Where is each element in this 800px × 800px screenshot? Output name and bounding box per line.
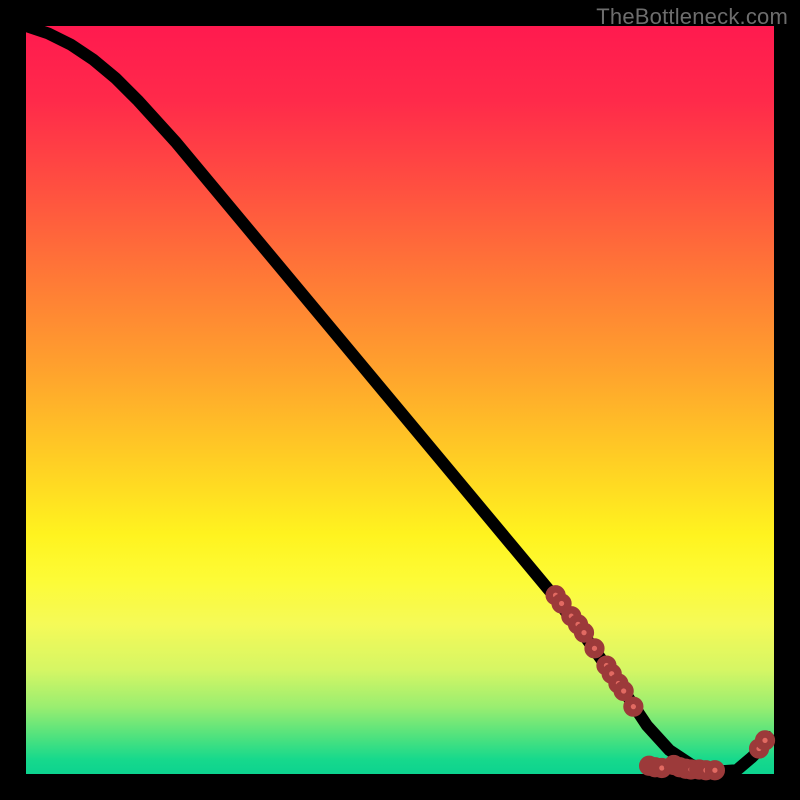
- data-point-marker: [709, 764, 722, 777]
- chart-svg: [26, 26, 774, 774]
- data-point-marker: [759, 734, 772, 747]
- bottleneck-curve-line: [26, 26, 774, 772]
- data-point-marker: [588, 642, 601, 655]
- data-point-marker: [617, 685, 630, 698]
- data-point-marker: [578, 626, 591, 639]
- data-point-marker: [627, 700, 640, 713]
- plot-area: [26, 26, 774, 774]
- chart-frame: TheBottleneck.com: [0, 0, 800, 800]
